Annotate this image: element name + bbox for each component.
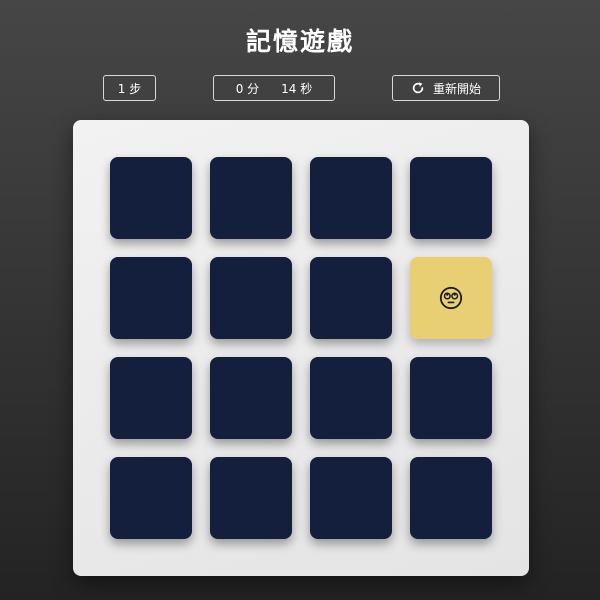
memory-card[interactable]: [210, 157, 292, 239]
move-counter: 1 步: [103, 75, 156, 101]
game-board: [73, 120, 529, 576]
restart-icon: [412, 82, 424, 94]
timer-minutes: 0 分: [235, 81, 260, 96]
memory-card[interactable]: [110, 357, 192, 439]
restart-button[interactable]: 重新開始: [392, 75, 500, 101]
timer-seconds: 14 秒: [281, 81, 313, 96]
memory-card[interactable]: [310, 357, 392, 439]
memory-card[interactable]: [410, 457, 492, 539]
memory-card-open[interactable]: [410, 257, 492, 339]
memory-card[interactable]: [210, 457, 292, 539]
memory-card[interactable]: [210, 357, 292, 439]
move-count-label: 1 步: [117, 81, 142, 96]
game-controls: 1 步 0 分 14 秒 重新開始: [0, 75, 600, 101]
restart-label: 重新開始: [432, 81, 481, 96]
memory-card[interactable]: [110, 257, 192, 339]
memory-card[interactable]: [410, 157, 492, 239]
memory-card[interactable]: [310, 457, 392, 539]
memory-card[interactable]: [110, 157, 192, 239]
timer: 0 分 14 秒: [213, 75, 335, 101]
memory-card[interactable]: [410, 357, 492, 439]
memory-card[interactable]: [310, 157, 392, 239]
memory-card[interactable]: [110, 457, 192, 539]
memory-card[interactable]: [210, 257, 292, 339]
face-eyes-rolling-icon: [439, 286, 463, 310]
page-title: 記憶遊戲: [245, 27, 354, 56]
memory-card[interactable]: [310, 257, 392, 339]
